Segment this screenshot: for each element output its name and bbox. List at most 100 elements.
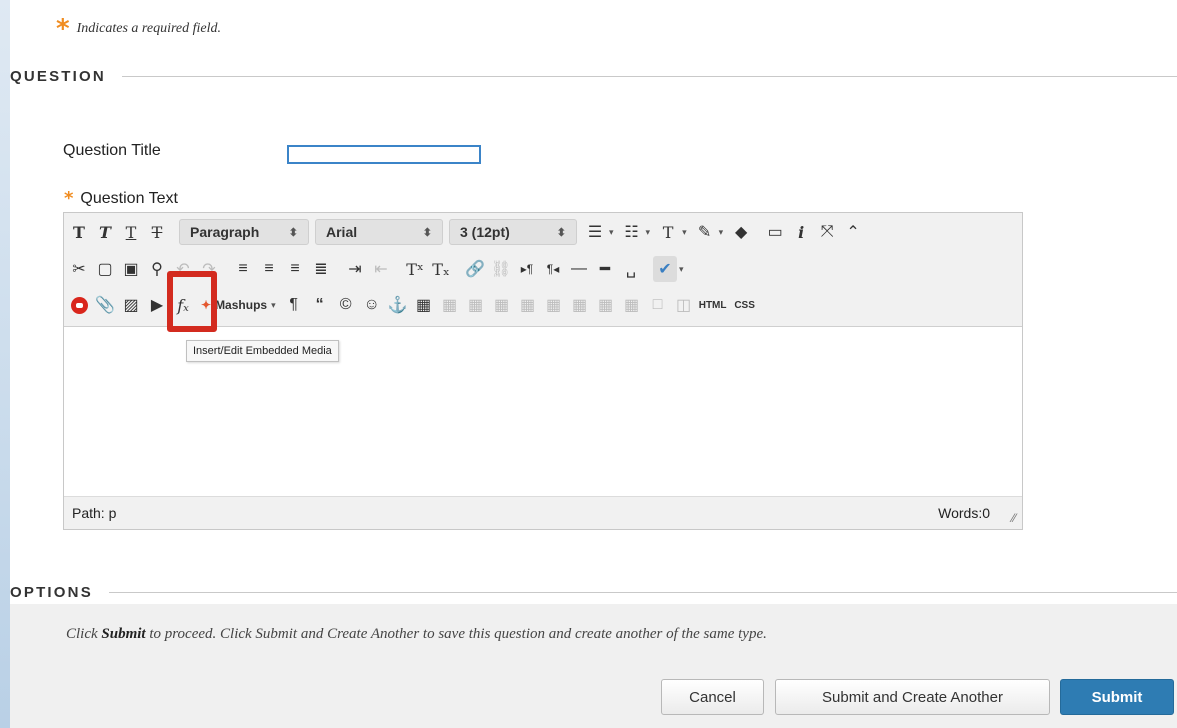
text-color-icon[interactable]: T xyxy=(656,219,680,245)
required-field-text: Indicates a required field. xyxy=(76,21,221,36)
options-section-title: OPTIONS xyxy=(10,584,93,601)
link-icon[interactable]: 🔗 xyxy=(463,256,487,282)
copy-icon[interactable]: ▢ xyxy=(93,256,117,282)
rtl-icon[interactable]: ¶◂ xyxy=(541,256,565,282)
instructions-submit-emphasis: Submit xyxy=(101,626,146,642)
insert-table-icon[interactable]: ▦ xyxy=(412,292,436,318)
section-divider xyxy=(121,76,1177,77)
bullet-list-icon[interactable]: ☰ xyxy=(583,219,607,245)
insert-row-before-icon[interactable]: ▦ xyxy=(490,292,514,318)
required-asterisk-icon: * xyxy=(56,14,70,44)
special-character-icon[interactable]: © xyxy=(334,292,358,318)
chevron-down-icon[interactable]: ▾ xyxy=(609,227,614,238)
table-row-props-icon[interactable]: ▦ xyxy=(438,292,462,318)
submit-footer: Click Submit to proceed. Click Submit an… xyxy=(10,604,1177,728)
search-icon[interactable]: ⚲ xyxy=(145,256,169,282)
spellcheck-icon[interactable]: ✔ xyxy=(653,256,677,282)
html-source-button[interactable]: HTML xyxy=(698,292,728,318)
ltr-icon[interactable]: ▸¶ xyxy=(515,256,539,282)
submit-instructions: Click Submit to proceed. Click Submit an… xyxy=(66,626,767,643)
delete-row-icon[interactable]: ▦ xyxy=(542,292,566,318)
dropdown-arrows-icon: ⬍ xyxy=(556,226,566,239)
italic-icon[interactable]: T xyxy=(93,219,117,245)
strikethrough-icon[interactable]: T xyxy=(145,219,169,245)
css-button[interactable]: CSS xyxy=(730,292,760,318)
merge-cells-icon[interactable]: ◫ xyxy=(672,292,696,318)
blockquote-icon[interactable]: “ xyxy=(308,292,332,318)
cut-icon[interactable]: ✂ xyxy=(67,256,91,282)
youtube-mashup-icon[interactable] xyxy=(67,292,91,318)
delete-col-icon[interactable]: ▦ xyxy=(620,292,644,318)
paragraph-mark-icon[interactable]: ¶ xyxy=(282,292,306,318)
align-center-icon[interactable]: ≡ xyxy=(257,256,281,282)
info-icon[interactable]: i xyxy=(789,219,813,245)
toolbar-row-2: ✂ ▢ ▣ ⚲ ↶ ↷ ≡ ≡ ≡ ≣ ⇥ ⇤ Tˣ Tₓ 🔗 ⛓ ▸¶ ¶◂ … xyxy=(67,253,690,285)
unlink-icon[interactable]: ⛓ xyxy=(489,256,513,282)
question-text-label: * Question Text xyxy=(64,188,178,209)
collapse-toolbar-icon[interactable]: ⌃ xyxy=(841,219,865,245)
superscript-icon[interactable]: Tˣ xyxy=(403,256,427,282)
question-title-label: Question Title xyxy=(63,142,161,159)
embedded-media-icon[interactable]: ▶ xyxy=(145,292,169,318)
insert-row-after-icon[interactable]: ▦ xyxy=(516,292,540,318)
embedded-media-tooltip: Insert/Edit Embedded Media xyxy=(186,340,339,362)
align-right-icon[interactable]: ≡ xyxy=(283,256,307,282)
editor-statusbar: Path: p Words:0 ⁄⁄ xyxy=(64,496,1022,529)
indent-icon[interactable]: ⇥ xyxy=(343,256,367,282)
mashups-label: Mashups xyxy=(215,298,268,312)
word-count: Words:0 xyxy=(938,505,990,521)
cancel-button[interactable]: Cancel xyxy=(661,679,764,715)
thick-rule-icon[interactable]: ━ xyxy=(593,256,617,282)
question-title-input[interactable] xyxy=(287,145,481,164)
question-section-title: QUESTION xyxy=(10,68,106,85)
dropdown-arrows-icon: ⬍ xyxy=(288,226,298,239)
split-cells-icon[interactable]: □ xyxy=(646,292,670,318)
question-text-label-text: Question Text xyxy=(80,189,178,207)
chevron-down-icon[interactable]: ▾ xyxy=(271,300,276,311)
align-justify-icon[interactable]: ≣ xyxy=(309,256,333,282)
rich-text-editor: T T T T Paragraph ⬍ Arial ⬍ 3 (12pt) ⬍ ☰… xyxy=(63,212,1023,530)
fullscreen-icon[interactable]: ⤧ xyxy=(815,219,839,245)
submit-button[interactable]: Submit xyxy=(1060,679,1174,715)
insert-col-before-icon[interactable]: ▦ xyxy=(568,292,592,318)
embedded-media-highlight-box xyxy=(167,271,217,332)
font-size-dropdown[interactable]: 3 (12pt) ⬍ xyxy=(449,219,577,245)
submit-and-create-another-button[interactable]: Submit and Create Another xyxy=(775,679,1050,715)
chevron-down-icon[interactable]: ▾ xyxy=(719,227,724,238)
bold-icon[interactable]: T xyxy=(67,219,91,245)
required-asterisk-icon: * xyxy=(64,188,74,209)
anchor-icon[interactable]: ⚓ xyxy=(386,292,410,318)
format-dropdown[interactable]: Paragraph ⬍ xyxy=(179,219,309,245)
highlight-pen-icon[interactable]: ✎ xyxy=(693,219,717,245)
table-cell-props-icon[interactable]: ▦ xyxy=(464,292,488,318)
paste-icon[interactable]: ▣ xyxy=(119,256,143,282)
emoticon-icon[interactable]: ☺ xyxy=(360,292,384,318)
chevron-down-icon[interactable]: ▾ xyxy=(679,264,684,275)
chevron-down-icon[interactable]: ▾ xyxy=(682,227,687,238)
font-family-value: Arial xyxy=(326,224,358,240)
subscript-icon[interactable]: Tₓ xyxy=(429,256,453,282)
format-dropdown-value: Paragraph xyxy=(190,224,260,240)
element-path: Path: p xyxy=(72,505,117,521)
options-section-header: OPTIONS xyxy=(10,584,1177,601)
attachment-icon[interactable]: 📎 xyxy=(93,292,117,318)
font-family-dropdown[interactable]: Arial ⬍ xyxy=(315,219,443,245)
left-edge-strip xyxy=(0,0,10,728)
underline-icon[interactable]: T xyxy=(119,219,143,245)
nonbreaking-space-icon[interactable]: ␣ xyxy=(619,256,643,282)
resize-grip-icon[interactable]: ⁄⁄ xyxy=(1012,511,1016,525)
instructions-text-end: to proceed. Click Submit and Create Anot… xyxy=(145,626,767,642)
outdent-icon[interactable]: ⇤ xyxy=(369,256,393,282)
dropdown-arrows-icon: ⬍ xyxy=(422,226,432,239)
horizontal-rule-icon[interactable]: — xyxy=(567,256,591,282)
font-size-value: 3 (12pt) xyxy=(460,224,510,240)
section-divider xyxy=(108,592,1177,593)
preview-icon[interactable]: ▭ xyxy=(763,219,787,245)
chevron-down-icon[interactable]: ▾ xyxy=(646,227,651,238)
numbered-list-icon[interactable]: ☷ xyxy=(620,219,644,245)
insert-col-after-icon[interactable]: ▦ xyxy=(594,292,618,318)
eraser-icon[interactable]: ◆ xyxy=(729,219,753,245)
question-section-header: QUESTION xyxy=(10,68,1177,85)
insert-image-icon[interactable]: ▨ xyxy=(119,292,143,318)
align-left-icon[interactable]: ≡ xyxy=(231,256,255,282)
